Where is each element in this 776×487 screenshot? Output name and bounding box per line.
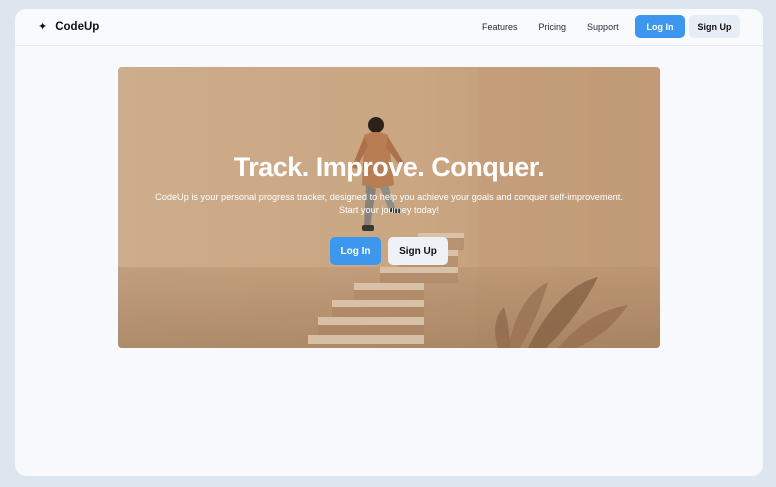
brand-logo[interactable]: ✦ CodeUp bbox=[38, 19, 99, 35]
hero-title: Track. Improve. Conquer. bbox=[233, 152, 545, 182]
hero-subtitle-line-1: CodeUp is your personal progress tracker… bbox=[155, 192, 623, 202]
hero-banner: Track. Improve. Conquer. CodeUp is your … bbox=[118, 67, 660, 348]
nav-login-button[interactable]: Log In bbox=[635, 15, 685, 38]
top-navbar: ✦ CodeUp Features Pricing Support Log In… bbox=[15, 9, 763, 46]
hero-signup-button[interactable]: Sign Up bbox=[388, 237, 448, 265]
sparkle-icon: ✦ bbox=[38, 21, 48, 33]
nav-link-support[interactable]: Support bbox=[587, 20, 619, 34]
nav-links: Features Pricing Support bbox=[482, 20, 640, 34]
app-window: ✦ CodeUp Features Pricing Support Log In… bbox=[15, 9, 763, 476]
brand-name: CodeUp bbox=[55, 21, 100, 33]
nav-signup-button[interactable]: Sign Up bbox=[689, 15, 740, 38]
hero-login-button[interactable]: Log In bbox=[330, 237, 381, 265]
nav-link-pricing[interactable]: Pricing bbox=[539, 20, 567, 34]
nav-link-features[interactable]: Features bbox=[482, 20, 518, 34]
hero-subtitle: CodeUp is your personal progress tracker… bbox=[128, 191, 650, 217]
hero-subtitle-line-2: Start your journey today! bbox=[338, 205, 440, 215]
